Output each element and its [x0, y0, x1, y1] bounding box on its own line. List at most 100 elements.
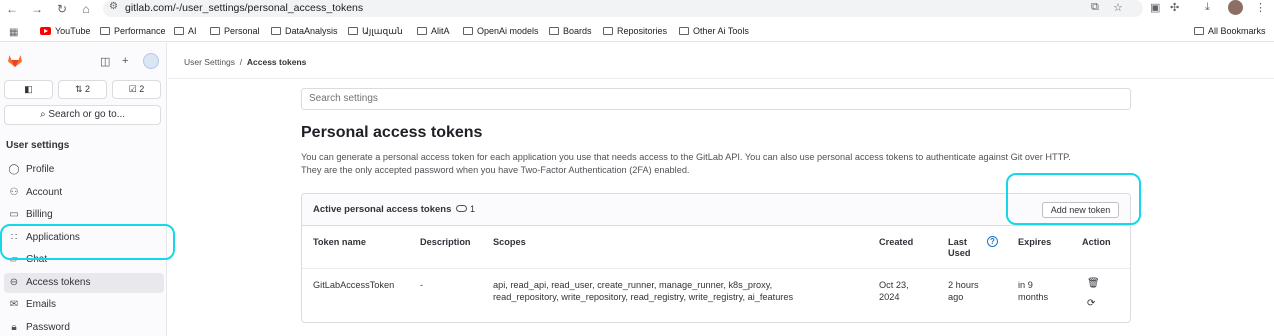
col-description[interactable]: Description — [420, 237, 471, 248]
col-last-used-line: Last — [948, 237, 967, 247]
search-settings-input[interactable]: Search settings — [301, 88, 1131, 110]
bookmark-personal[interactable]: Personal — [210, 26, 260, 36]
add-token-highlight — [1006, 173, 1141, 225]
profile-avatar[interactable] — [1228, 0, 1243, 15]
breadcrumb-separator: / — [239, 57, 243, 67]
folder-icon — [1194, 27, 1204, 35]
extension-icon[interactable]: ▣ — [1150, 1, 1160, 14]
token-name-cell: GitLabAccessToken — [313, 280, 395, 290]
scopes-line: read_repository, write_repository, read_… — [493, 291, 794, 302]
todo-icon: ☑ — [128, 84, 137, 94]
gitlab-logo-icon[interactable] — [7, 52, 23, 68]
user-avatar[interactable] — [143, 53, 159, 69]
bookmark-ai[interactable]: AI — [174, 26, 197, 36]
bookmark-label: Repositories — [617, 26, 668, 36]
toggle-sidebar-icon[interactable]: ◫ — [100, 55, 110, 68]
bookmark-boards[interactable]: Boards — [549, 26, 592, 36]
bookmark-alita[interactable]: AlitA — [417, 26, 450, 36]
billing-icon: ▭ — [9, 209, 19, 220]
folder-icon — [271, 27, 281, 35]
address-bar[interactable]: ⚙ gitlab.com/-/user_settings/personal_ac… — [103, 0, 1143, 17]
youtube-icon — [40, 27, 51, 35]
sidebar-item-label: Billing — [26, 209, 53, 220]
bookmark-label: AlitA — [431, 26, 450, 36]
col-last-used-line: Used — [948, 248, 971, 258]
extensions-puzzle-icon[interactable]: ✣ — [1170, 1, 1179, 14]
apps-grid-icon[interactable]: ▦ — [9, 27, 18, 38]
breadcrumb-user-settings[interactable]: User Settings — [184, 57, 235, 67]
forward-icon[interactable]: → — [29, 1, 45, 17]
account-icon: ⚇ — [9, 187, 19, 198]
bookmark-label: Performance — [114, 26, 166, 36]
merge-requests-button[interactable]: ⇅ 2 — [58, 80, 107, 99]
header-divider — [168, 78, 1274, 79]
issues-button[interactable]: ◧ — [4, 80, 53, 99]
search-label: Search or go to... — [48, 109, 126, 120]
col-token-name[interactable]: Token name — [313, 237, 366, 248]
folder-icon — [348, 27, 358, 35]
bookmark-openai-models[interactable]: OpenAi models — [463, 26, 539, 36]
bookmarks-bar: ▦ YouTube Performance AI Personal DataAn… — [0, 22, 1274, 42]
token-count-badge: 1 — [456, 204, 475, 214]
folder-icon — [603, 27, 613, 35]
expires-line: months — [1018, 291, 1049, 302]
search-or-go-to-button[interactable]: ⌕ Search or go to... — [4, 105, 161, 125]
folder-icon — [100, 27, 110, 35]
sidebar: ◫ + ◧ ⇅ 2 ☑ 2 ⌕ Search or go to... User … — [0, 43, 167, 336]
col-scopes[interactable]: Scopes — [493, 237, 526, 248]
sidebar-item-account[interactable]: ⚇ Account — [4, 183, 164, 203]
sidebar-item-label: Account — [26, 187, 63, 198]
all-bookmarks[interactable]: All Bookmarks — [1194, 26, 1266, 36]
created-line: Oct 23, — [879, 280, 909, 290]
bookmark-other-ai-tools[interactable]: Other Ai Tools — [679, 26, 749, 36]
merge-request-icon: ⇅ — [74, 84, 83, 94]
folder-icon — [417, 27, 427, 35]
breadcrumb-access-tokens[interactable]: Access tokens — [247, 57, 307, 67]
bookmark-armenian[interactable]: Այլազան — [348, 26, 403, 37]
rotate-token-icon[interactable]: ⟳ — [1087, 298, 1095, 309]
install-app-icon[interactable]: ⧉ — [1091, 1, 1099, 14]
reload-icon[interactable]: ↻ — [54, 1, 70, 17]
menu-icon[interactable]: ⋮ — [1255, 1, 1266, 14]
col-last-used[interactable]: Last Used — [948, 237, 970, 259]
bookmark-performance[interactable]: Performance — [100, 26, 166, 36]
last-used-cell: 2 hours ago — [948, 280, 979, 303]
token-icon — [456, 205, 467, 212]
sidebar-item-label: Profile — [26, 164, 55, 175]
revoke-trash-icon[interactable]: 🗑︎ — [1087, 278, 1100, 289]
sidebar-item-password[interactable]: 🔒︎ Password — [4, 318, 164, 336]
create-new-icon[interactable]: + — [122, 55, 128, 67]
home-icon[interactable]: ⌂ — [78, 1, 94, 17]
back-icon[interactable]: ← — [4, 1, 20, 17]
download-icon[interactable]: ⤓ — [1205, 1, 1210, 14]
help-icon[interactable]: ? — [987, 236, 998, 247]
sidebar-item-access-tokens[interactable]: ⊖ Access tokens — [4, 273, 164, 293]
token-count: 1 — [470, 204, 476, 214]
folder-icon — [174, 27, 184, 35]
todos-button[interactable]: ☑ 2 — [112, 80, 161, 99]
sidebar-item-label: Emails — [26, 299, 57, 310]
expires-cell: in 9 months — [1018, 280, 1048, 303]
search-icon: ⌕ — [39, 109, 46, 120]
description-cell: - — [420, 280, 424, 290]
bookmark-star-icon[interactable]: ☆ — [1113, 1, 1123, 14]
col-created[interactable]: Created — [879, 237, 913, 248]
bookmark-youtube[interactable]: YouTube — [40, 26, 90, 36]
created-cell: Oct 23, 2024 — [879, 280, 909, 303]
last-used-line: 2 hours — [948, 280, 979, 290]
bookmark-repositories[interactable]: Repositories — [603, 26, 667, 36]
sidebar-item-emails[interactable]: ✉ Emails — [4, 295, 164, 315]
sidebar-item-profile[interactable]: ◯ Profile — [4, 160, 164, 180]
table-row-divider — [302, 268, 1130, 269]
bookmark-dataanalysis[interactable]: DataAnalysis — [271, 26, 338, 36]
col-expires[interactable]: Expires — [1018, 237, 1051, 248]
token-icon: ⊖ — [9, 277, 19, 288]
sidebar-item-billing[interactable]: ▭ Billing — [4, 205, 164, 225]
issues-icon: ◧ — [24, 84, 33, 94]
page-title: Personal access tokens — [301, 124, 483, 141]
mail-icon: ✉ — [9, 299, 19, 310]
scopes-cell: api, read_api, read_user, create_runner,… — [493, 280, 793, 303]
bookmark-label: AI — [188, 26, 197, 36]
browser-toolbar: ← → ↻ ⌂ ⚙ gitlab.com/-/user_settings/per… — [0, 0, 1274, 20]
site-info-icon[interactable]: ⚙ — [109, 1, 118, 12]
